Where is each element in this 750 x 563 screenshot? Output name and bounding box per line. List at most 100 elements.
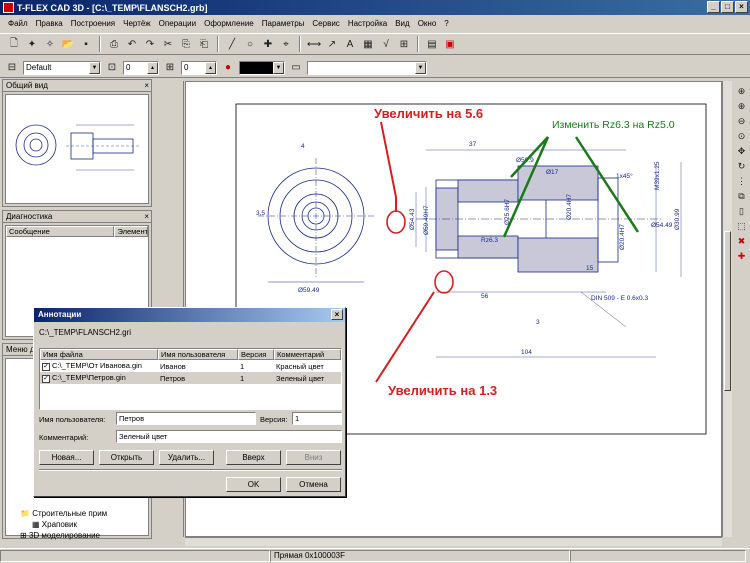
table-row[interactable]: ✓ C:\_TEMP\От Иванова.gin Иванов 1 Красны…	[40, 360, 341, 372]
diag-col-element[interactable]: Элемент	[114, 226, 148, 237]
menu-parameters[interactable]: Параметры	[258, 19, 309, 28]
roughness-icon[interactable]: √	[378, 36, 394, 52]
tree-item-label: Строительные прим	[32, 509, 108, 518]
hatch-icon[interactable]: ▦	[360, 36, 376, 52]
col-filename[interactable]: Имя файла	[40, 349, 158, 360]
pan-icon[interactable]: ✥	[735, 145, 748, 158]
menu-operations[interactable]: Операции	[155, 19, 200, 28]
print-icon[interactable]: ⎙	[106, 36, 122, 52]
col-username[interactable]: Имя пользователя	[158, 349, 238, 360]
undo-icon[interactable]: ↶	[124, 36, 140, 52]
spin-icon: ▴	[205, 61, 216, 74]
tree-item-3d[interactable]: ⊞ 3D моделирование	[20, 531, 100, 540]
comment-input[interactable]: Зеленый цвет	[116, 430, 342, 443]
new-template-icon[interactable]: ✧	[42, 36, 58, 52]
version-input[interactable]: 1	[292, 412, 342, 425]
new-file-icon[interactable]: 🗋	[6, 36, 22, 52]
page-icon[interactable]: ▯	[735, 205, 748, 218]
menu-help[interactable]: ?	[440, 19, 452, 28]
level-icon: ⊡	[107, 62, 117, 73]
file-value: C:\_TEMP\Петров.gin	[52, 373, 126, 383]
menu-design[interactable]: Оформление	[200, 19, 258, 28]
annotations-table[interactable]: Имя файла Имя пользователя Версия Коммен…	[39, 348, 342, 410]
checkbox[interactable]: ✓	[42, 362, 50, 371]
open-button[interactable]: Открыть	[99, 450, 154, 465]
close-button[interactable]: ×	[735, 1, 748, 13]
menu-drawing[interactable]: Чертёж	[119, 19, 155, 28]
dim-label: 15	[586, 265, 594, 272]
paste-icon[interactable]: ⎗	[196, 36, 212, 52]
change-annotation: Изменить Rz6.3 на Rz5.0	[552, 119, 675, 131]
text-icon[interactable]: A	[342, 36, 358, 52]
tolerance-icon[interactable]: ⊞	[396, 36, 412, 52]
new-button[interactable]: Новая...	[39, 450, 94, 465]
line-icon[interactable]: ╱	[224, 36, 240, 52]
tree-item-ratchet[interactable]: ▦ Храповик	[32, 520, 77, 529]
color-select[interactable]: ▼	[239, 60, 285, 75]
user-input[interactable]: Петров	[116, 412, 256, 425]
dim-label: 104	[521, 349, 532, 356]
ok-button[interactable]: OK	[226, 477, 281, 492]
vertical-scrollbar[interactable]	[722, 81, 732, 537]
dialog-close-button[interactable]: ×	[331, 309, 343, 320]
zoom-annotation-1: Увеличить на 5.6	[374, 106, 483, 121]
new-3d-icon[interactable]: ✦	[24, 36, 40, 52]
properties-icon[interactable]: ✚	[735, 250, 748, 263]
menu-settings[interactable]: Настройка	[344, 19, 391, 28]
parameters-icon[interactable]: ▤	[424, 36, 440, 52]
dim-label: Rz6.3	[481, 237, 498, 244]
line-type-select[interactable]: ▼	[307, 60, 427, 75]
close-icon[interactable]: ×	[144, 80, 149, 91]
style-select[interactable]: Default ▼	[23, 60, 101, 75]
menu-edit[interactable]: Правка	[32, 19, 67, 28]
grid-icon[interactable]: ⋮	[735, 175, 748, 188]
menu-file[interactable]: Файл	[4, 19, 32, 28]
zoom-in-icon[interactable]: ⊕	[735, 100, 748, 113]
copy-icon[interactable]: ⎘	[178, 36, 194, 52]
cut-icon[interactable]: ✂	[160, 36, 176, 52]
horizontal-scrollbar[interactable]	[185, 537, 722, 546]
scroll-thumb[interactable]	[724, 231, 731, 391]
minimize-button[interactable]: _	[707, 1, 720, 13]
up-button[interactable]: Вверх	[226, 450, 281, 465]
col-comment[interactable]: Комментарий	[274, 349, 341, 360]
save-icon[interactable]: ▪	[78, 36, 94, 52]
snap-icon[interactable]: ⌖	[278, 36, 294, 52]
menu-view[interactable]: Вид	[391, 19, 413, 28]
open-icon[interactable]: 📂	[60, 36, 76, 52]
diag-col-message[interactable]: Сообщение	[6, 226, 115, 237]
delete-icon[interactable]: ✖	[735, 235, 748, 248]
properties-bar: ⊟ Default ▼ ⊡ 0 ▴ ⊞ 0 ▴ ● ▼ ▭ ▼	[0, 58, 750, 78]
redo-icon[interactable]: ↷	[142, 36, 158, 52]
layers-icon[interactable]: ⧉	[735, 190, 748, 203]
row-filename: ✓ C:\_TEMP\Петров.gin	[40, 373, 158, 383]
dim-label: Ø54.43	[409, 208, 416, 230]
maximize-button[interactable]: □	[721, 1, 734, 13]
circle-icon[interactable]: ○	[242, 36, 258, 52]
leader-icon[interactable]: ↗	[324, 36, 340, 52]
dimension-icon[interactable]: ⟷	[306, 36, 322, 52]
zoom-all-icon[interactable]: ⊙	[735, 130, 748, 143]
tree-item-construction[interactable]: 📁 Строительные прим	[20, 509, 107, 518]
close-icon[interactable]: ×	[144, 211, 149, 222]
menu-window[interactable]: Окно	[414, 19, 441, 28]
cancel-button[interactable]: Отмена	[286, 477, 341, 492]
refresh-icon[interactable]: ↻	[735, 160, 748, 173]
delete-button[interactable]: Удалить...	[159, 450, 214, 465]
dim-label: Ø30.99	[674, 208, 681, 230]
node-icon[interactable]: ✚	[260, 36, 276, 52]
down-button[interactable]: Вниз	[286, 450, 341, 465]
table-row[interactable]: ✓ C:\_TEMP\Петров.gin Петров 1 Зеленый цв…	[40, 372, 341, 384]
model-icon[interactable]: ▣	[442, 36, 458, 52]
menu-service[interactable]: Сервис	[308, 19, 343, 28]
menu-construct[interactable]: Построения	[67, 19, 119, 28]
dialog-title: Аннотации	[38, 310, 82, 319]
overview-thumbnail[interactable]	[5, 94, 149, 204]
zoom-out-icon[interactable]: ⊖	[735, 115, 748, 128]
select-icon[interactable]: ⬚	[735, 220, 748, 233]
col-version[interactable]: Версия	[238, 349, 274, 360]
zoom-window-icon[interactable]: ⊕	[735, 85, 748, 98]
priority-input[interactable]: 0 ▴	[181, 60, 217, 75]
checkbox[interactable]: ✓	[42, 374, 50, 383]
level-input[interactable]: 0 ▴	[123, 60, 159, 75]
